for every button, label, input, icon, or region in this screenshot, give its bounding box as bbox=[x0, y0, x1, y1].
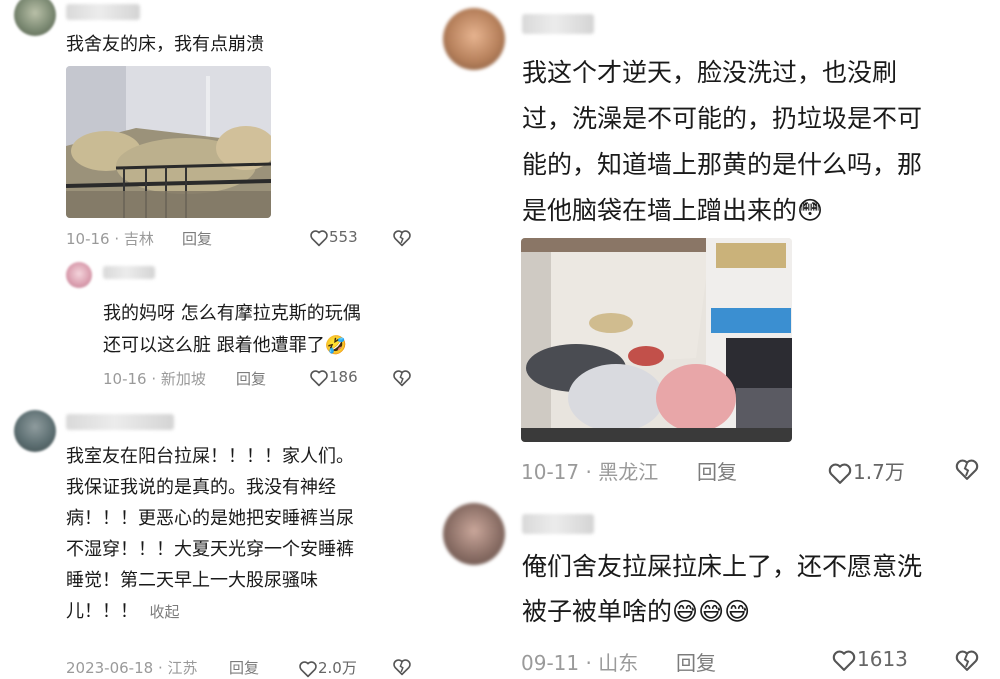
like-button[interactable]: 1613 bbox=[831, 647, 908, 672]
comment-location: 新加坡 bbox=[160, 370, 206, 388]
like-count: 2.0万 bbox=[318, 659, 357, 677]
broken-heart-icon bbox=[955, 650, 979, 671]
avatar[interactable] bbox=[14, 0, 56, 36]
comment-location: 黑龙江 bbox=[598, 460, 659, 484]
comment-date: 10-17 bbox=[521, 460, 580, 484]
reply-button[interactable]: 回复 bbox=[229, 657, 259, 678]
dislike-button[interactable] bbox=[392, 228, 412, 247]
broken-heart-icon bbox=[393, 658, 411, 675]
comment-location: 吉林 bbox=[123, 230, 154, 248]
like-button[interactable]: 2.0万 bbox=[298, 657, 357, 678]
comment-text: 我舍友的床，我有点崩溃 bbox=[66, 34, 264, 55]
left-comment-panel: 我舍友的床，我有点崩溃 10-16 · 吉林 回复 553 我的妈呀 怎么有摩拉… bbox=[0, 0, 430, 679]
dislike-button[interactable] bbox=[392, 368, 412, 387]
reply-button[interactable]: 回复 bbox=[697, 456, 737, 485]
comment-date: 2023-06-18 bbox=[66, 659, 154, 677]
broken-heart-icon bbox=[393, 369, 411, 386]
comment-text: 我这个才逆天，脸没洗过，也没刷 过，洗澡是不可能的，扔垃圾是不可 能的，知道墙上… bbox=[522, 58, 923, 225]
comment-meta: 10-16 · 新加坡 回复 186 bbox=[103, 368, 418, 388]
heart-outline-icon bbox=[832, 650, 856, 671]
comment-date: 09-11 bbox=[521, 651, 580, 675]
comment-meta: 10-16 · 吉林 回复 553 bbox=[66, 228, 416, 248]
heart-outline-icon bbox=[310, 369, 328, 386]
comment-text: 俺们舍友拉屎拉床上了，还不愿意洗 被子被单啥的😅😅😅 bbox=[522, 552, 923, 626]
like-count: 1.7万 bbox=[853, 460, 905, 484]
username-blurred[interactable] bbox=[522, 14, 594, 34]
avatar[interactable] bbox=[443, 503, 505, 565]
heart-outline-icon bbox=[310, 229, 328, 246]
comment-photo[interactable] bbox=[521, 238, 792, 442]
like-button[interactable]: 1.7万 bbox=[827, 456, 905, 485]
reply-button[interactable]: 回复 bbox=[182, 228, 212, 249]
like-count: 186 bbox=[329, 368, 358, 386]
comment-date: 10-16 bbox=[66, 230, 110, 248]
comment-location: 江苏 bbox=[167, 659, 198, 677]
username-blurred[interactable] bbox=[66, 4, 140, 20]
comment-text: 我的妈呀 怎么有摩拉克斯的玩偶 还可以这么脏 跟着他遭罪了🤣 bbox=[103, 303, 361, 356]
username-blurred[interactable] bbox=[66, 414, 174, 430]
dislike-button[interactable] bbox=[954, 456, 980, 481]
reply-button[interactable]: 回复 bbox=[676, 647, 716, 676]
comment-photo[interactable] bbox=[66, 66, 271, 218]
comment-meta: 10-17 · 黑龙江 回复 1.7万 bbox=[521, 456, 981, 485]
broken-heart-icon bbox=[955, 459, 979, 480]
messy-dorm-photo bbox=[521, 238, 792, 442]
heart-outline-icon bbox=[828, 463, 852, 484]
username-blurred[interactable] bbox=[103, 266, 155, 279]
like-count: 553 bbox=[329, 228, 358, 246]
comment-location: 山东 bbox=[598, 651, 639, 675]
right-comment-panel: 我这个才逆天，脸没洗过，也没刷 过，洗澡是不可能的，扔垃圾是不可 能的，知道墙上… bbox=[440, 0, 1000, 679]
broken-heart-icon bbox=[393, 229, 411, 246]
avatar[interactable] bbox=[14, 410, 56, 452]
avatar[interactable] bbox=[443, 8, 505, 70]
like-button[interactable]: 186 bbox=[309, 368, 358, 387]
dislike-button[interactable] bbox=[954, 647, 980, 672]
comment-text: 我室友在阳台拉屎！！！！家人们。 我保证我说的是真的。我没有神经 病！！！更恶心… bbox=[66, 446, 354, 622]
comment-date: 10-16 bbox=[103, 370, 147, 388]
dislike-button[interactable] bbox=[392, 657, 412, 676]
heart-outline-icon bbox=[299, 660, 317, 677]
comment-meta: 09-11 · 山东 回复 1613 bbox=[521, 647, 981, 676]
collapse-link[interactable]: 收起 bbox=[149, 603, 179, 621]
username-blurred[interactable] bbox=[522, 514, 594, 534]
comment-meta: 2023-06-18 · 江苏 回复 2.0万 bbox=[66, 657, 416, 677]
avatar[interactable] bbox=[66, 262, 92, 288]
like-button[interactable]: 553 bbox=[309, 228, 358, 247]
like-count: 1613 bbox=[857, 647, 908, 671]
dorm-bed-photo bbox=[66, 66, 271, 218]
reply-button[interactable]: 回复 bbox=[236, 368, 266, 389]
